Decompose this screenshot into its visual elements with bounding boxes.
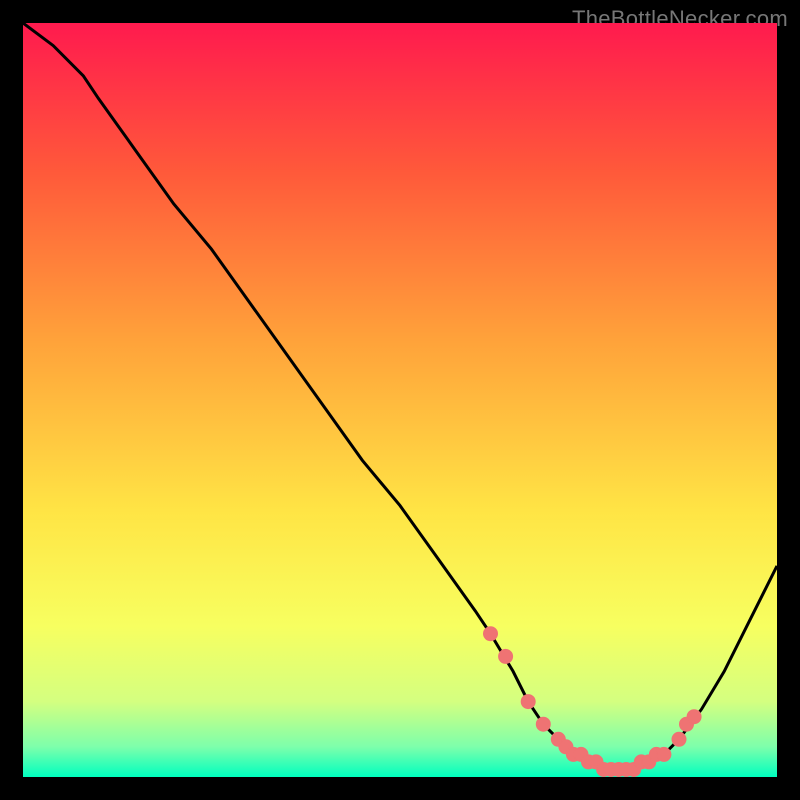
chart-svg (23, 23, 777, 777)
gradient-background (23, 23, 777, 777)
marker-point (536, 717, 550, 731)
marker-point (484, 627, 498, 641)
plot-area (23, 23, 777, 777)
chart-frame: TheBottleNecker.com (0, 0, 800, 800)
marker-point (521, 695, 535, 709)
marker-point (672, 732, 686, 746)
marker-point (687, 710, 701, 724)
marker-point (499, 649, 513, 663)
marker-point (657, 747, 671, 761)
